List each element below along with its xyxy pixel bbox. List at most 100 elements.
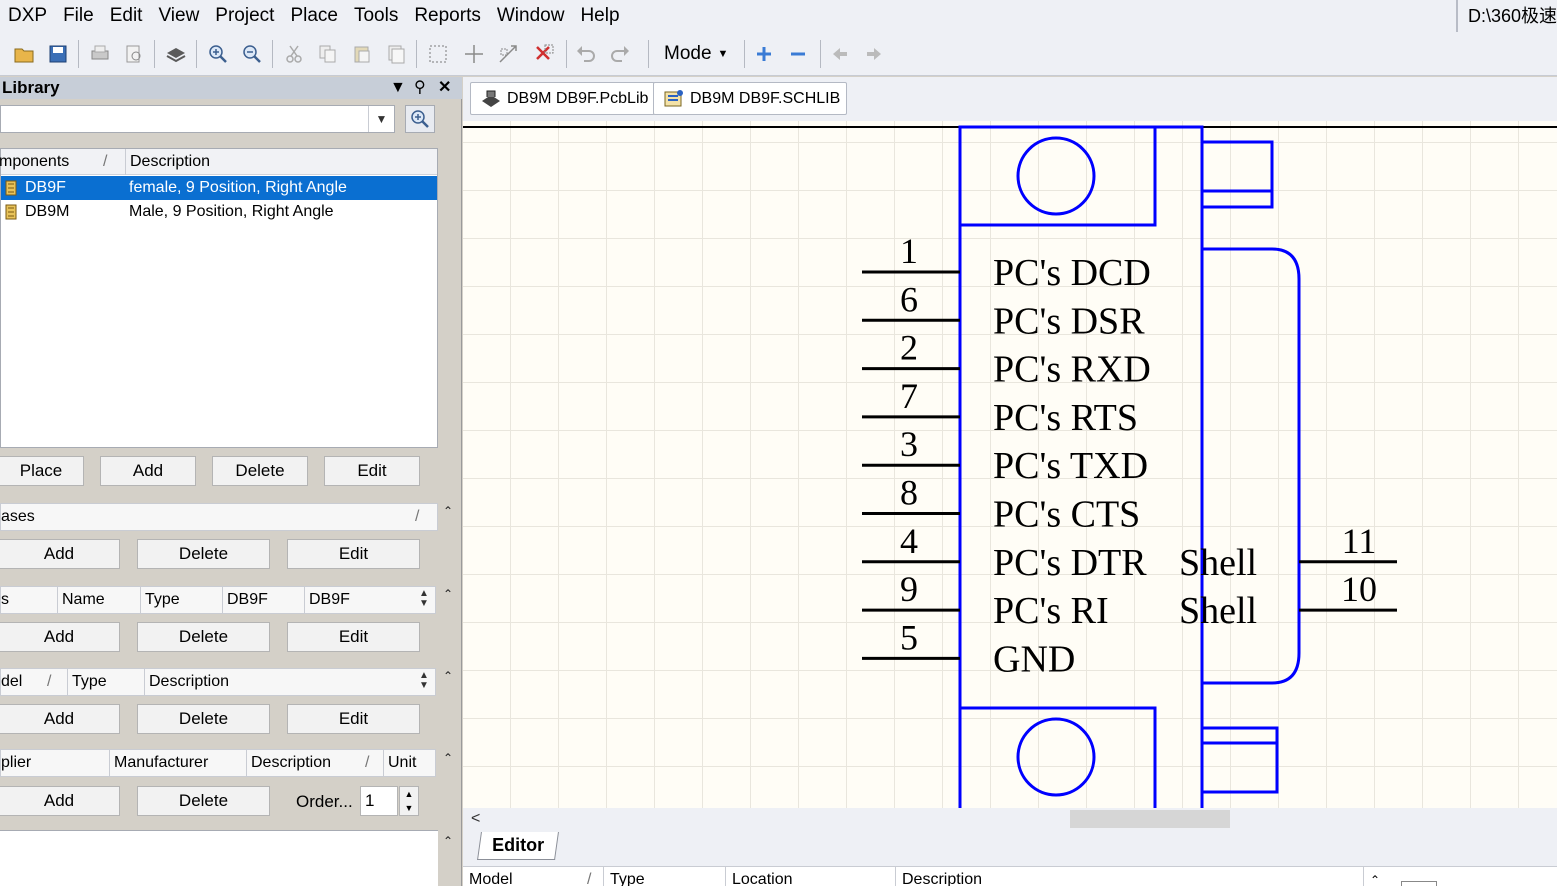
zoom-in-icon[interactable] [204, 40, 232, 68]
add-component-button[interactable]: Add [100, 456, 196, 486]
column-header-model[interactable]: del [1, 669, 22, 695]
move-selection-icon[interactable] [494, 40, 522, 68]
forward-arrow-icon[interactable] [860, 40, 888, 68]
column-header-supplier[interactable]: plier [1, 750, 31, 776]
column-header-db9f-a[interactable]: DB9F [222, 587, 268, 613]
back-arrow-icon[interactable] [826, 40, 854, 68]
panel-menu-dropdown-icon[interactable]: ▼ [390, 77, 406, 99]
pin-number: 4 [900, 521, 918, 561]
collapse-suppliers-icon[interactable]: ⌃ [440, 751, 456, 765]
column-header-aliases[interactable]: ases [1, 504, 35, 530]
select-area-icon[interactable] [424, 40, 452, 68]
place-button[interactable]: Place [0, 456, 84, 486]
collapse-model-list-icon[interactable]: ⌃ [1363, 867, 1380, 886]
column-header-db9f-b[interactable]: DB9F [304, 587, 350, 613]
menu-dxp[interactable]: DXP [0, 0, 55, 32]
undo-icon[interactable] [572, 40, 600, 68]
order-label[interactable]: Order... [296, 788, 353, 816]
layer-stack-icon[interactable] [162, 40, 190, 68]
add-model-button[interactable]: Add [0, 704, 120, 734]
preview-toggle[interactable] [1401, 881, 1437, 886]
pin-icon[interactable]: ⚲ [414, 77, 426, 99]
component-row-db9f[interactable]: DB9F female, 9 Position, Right Angle [1, 176, 437, 200]
collapse-models-icon[interactable]: ⌃ [440, 669, 456, 683]
column-header-parameters[interactable]: s [1, 587, 9, 613]
redo-icon[interactable] [606, 40, 634, 68]
rubber-stamp-icon[interactable] [382, 40, 410, 68]
cut-icon[interactable] [280, 40, 308, 68]
column-header-name[interactable]: Name [57, 587, 105, 613]
library-filter-input[interactable]: ▼ [0, 105, 395, 133]
column-header-description[interactable]: Description [246, 750, 331, 776]
open-folder-icon[interactable] [10, 40, 38, 68]
add-supplier-button[interactable]: Add [0, 786, 120, 816]
column-header-type[interactable]: Type [603, 867, 645, 886]
edit-parameter-button[interactable]: Edit [287, 622, 420, 652]
pin-number: 9 [900, 569, 918, 609]
scroll-left-icon[interactable]: < [471, 808, 480, 830]
order-quantity-stepper[interactable]: ▲ ▼ [399, 786, 419, 816]
column-header-unit[interactable]: Unit [383, 750, 416, 776]
mode-dropdown[interactable]: Mode ▼ [660, 40, 732, 68]
column-header-location[interactable]: Location [725, 867, 793, 886]
pin-name: PC's DSR [993, 300, 1145, 342]
paste-icon[interactable] [348, 40, 376, 68]
column-header-manufacturer[interactable]: Manufacturer [109, 750, 208, 776]
chevron-down-icon[interactable]: ▼ [368, 106, 394, 132]
delete-parameter-button[interactable]: Delete [137, 622, 270, 652]
collapse-parameters-icon[interactable]: ⌃ [440, 587, 456, 601]
scroll-spinner-icon[interactable]: ▲ ▼ [415, 589, 433, 611]
column-header-description[interactable]: Description [125, 149, 210, 175]
copy-icon[interactable] [314, 40, 342, 68]
column-header-components[interactable]: mponents [0, 149, 69, 175]
add-plus-icon[interactable] [750, 40, 778, 68]
tab-schlib[interactable]: DB9M DB9F.SCHLIB [653, 82, 848, 115]
column-header-description[interactable]: Description [144, 669, 229, 695]
menu-tools[interactable]: Tools [346, 0, 406, 32]
column-header-type[interactable]: Type [140, 587, 180, 613]
scrollbar-thumb[interactable] [1070, 810, 1230, 828]
print-preview-icon[interactable] [120, 40, 148, 68]
menu-place[interactable]: Place [282, 0, 346, 32]
menu-project[interactable]: Project [207, 0, 282, 32]
delete-component-button[interactable]: Delete [212, 456, 308, 486]
zoom-out-icon[interactable] [238, 40, 266, 68]
add-alias-button[interactable]: Add [0, 539, 120, 569]
collapse-preview-icon[interactable]: ⌃ [440, 834, 456, 848]
edit-model-button[interactable]: Edit [287, 704, 420, 734]
pcb-library-icon [482, 90, 500, 107]
horizontal-scrollbar[interactable]: < [463, 808, 1557, 830]
close-icon[interactable]: ✕ [438, 77, 451, 99]
delete-supplier-button[interactable]: Delete [137, 786, 270, 816]
menu-edit[interactable]: Edit [102, 0, 151, 32]
edit-alias-button[interactable]: Edit [287, 539, 420, 569]
column-header-model[interactable]: Model [463, 867, 513, 886]
menu-help[interactable]: Help [572, 0, 627, 32]
menu-reports[interactable]: Reports [406, 0, 489, 32]
schematic-editor-canvas[interactable]: 1 PC's DCD 6 PC's DSR 2 PC's RXD 7 PC's RTS 3 PC'… [463, 121, 1557, 808]
order-quantity-input[interactable]: 1 [360, 786, 398, 816]
collapse-aliases-icon[interactable]: ⌃ [440, 504, 456, 518]
menu-window[interactable]: Window [489, 0, 573, 32]
delete-model-button[interactable]: Delete [137, 704, 270, 734]
save-icon[interactable] [44, 40, 72, 68]
tab-editor[interactable]: Editor [477, 832, 559, 860]
library-search-button[interactable] [405, 105, 435, 133]
tab-pcblib[interactable]: DB9M DB9F.PcbLib [470, 82, 656, 115]
menu-file[interactable]: File [55, 0, 102, 32]
delete-alias-button[interactable]: Delete [137, 539, 270, 569]
add-parameter-button[interactable]: Add [0, 622, 120, 652]
sort-indicator-icon: / [587, 871, 592, 886]
db9-connector-symbol[interactable]: 1 PC's DCD 6 PC's DSR 2 PC's RXD 7 PC's RTS 3 PC'… [463, 121, 1557, 808]
component-row-db9m[interactable]: DB9M Male, 9 Position, Right Angle [1, 200, 437, 224]
edit-component-button[interactable]: Edit [324, 456, 420, 486]
column-header-description[interactable]: Description [895, 867, 982, 886]
print-icon[interactable] [86, 40, 114, 68]
remove-minus-icon[interactable] [784, 40, 812, 68]
move-icon[interactable] [460, 40, 488, 68]
pin-name: PC's DCD [993, 252, 1151, 294]
menu-view[interactable]: View [150, 0, 207, 32]
column-header-type[interactable]: Type [67, 669, 107, 695]
deselect-icon[interactable] [530, 40, 558, 68]
scroll-spinner-icon[interactable]: ▲ ▼ [415, 671, 433, 693]
